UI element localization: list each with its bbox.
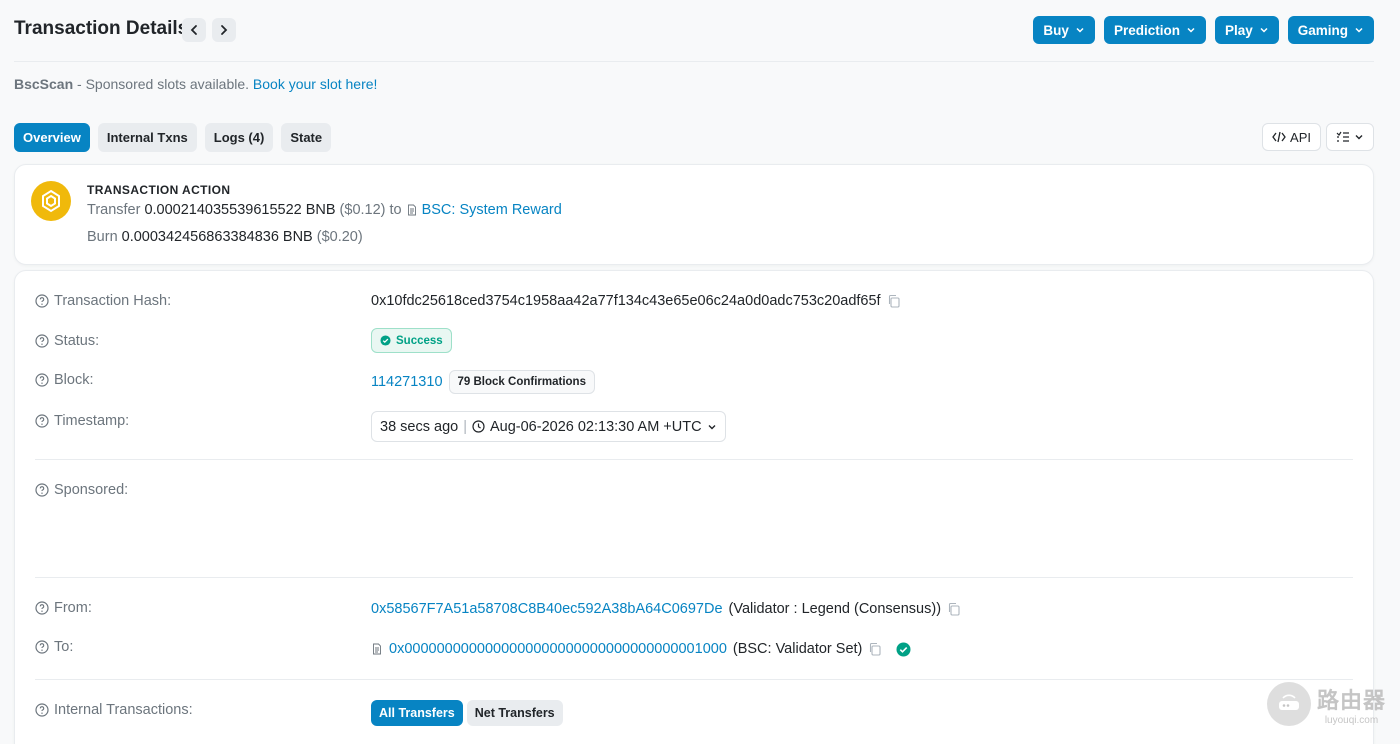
tab-internal-txns[interactable]: Internal Txns (97, 123, 197, 152)
contract-document-icon (373, 643, 381, 655)
copy-icon[interactable] (887, 294, 901, 308)
chevron-right-icon (221, 25, 228, 35)
document-icon (407, 204, 416, 216)
status-value: Success (371, 328, 452, 353)
tab-overview[interactable]: Overview (14, 123, 90, 152)
router-logo-icon (1266, 682, 1311, 726)
copy-icon[interactable] (947, 602, 961, 616)
prev-button[interactable] (182, 18, 206, 42)
prediction-menu-button[interactable]: Prediction (1103, 16, 1206, 44)
tab-bar: Overview Internal Txns Logs (4) State (14, 123, 332, 152)
clock-icon (472, 420, 485, 433)
divider (35, 577, 1353, 578)
chevron-down-icon (1355, 135, 1363, 140)
all-transfers-button[interactable]: All Transfers (371, 700, 463, 726)
transaction-action-card: TRANSACTION ACTION Transfer 0.0002140355… (14, 164, 1374, 265)
sponsor-banner: BscScan - Sponsored slots available. Boo… (14, 76, 377, 92)
help-icon[interactable] (35, 334, 49, 348)
chevron-down-icon (1187, 27, 1195, 33)
play-menu-button[interactable]: Play (1214, 16, 1279, 44)
list-icon (1336, 131, 1349, 142)
net-transfers-button[interactable]: Net Transfers (466, 700, 563, 726)
tab-logs[interactable]: Logs (4) (204, 123, 274, 152)
help-icon[interactable] (35, 294, 49, 308)
top-bar: Transaction Details Buy Prediction Play … (14, 0, 1374, 62)
chevron-down-icon (1260, 27, 1268, 33)
to-address-link[interactable]: 0x00000000000000000000000000000000000010… (389, 641, 727, 657)
sponsor-text: - Sponsored slots available. (73, 76, 253, 92)
from-label: From: (35, 600, 92, 616)
chevron-down-icon (708, 424, 716, 429)
sponsored-label: Sponsored: (35, 482, 128, 498)
chevron-down-icon (1076, 27, 1084, 33)
burn-line: Burn 0.000342456863384836 BNB ($0.20) (87, 229, 363, 245)
chevron-left-icon (190, 25, 197, 35)
transaction-hash: 0x10fdc25618ced3754c1958aa42a77f134c43e6… (371, 293, 901, 309)
from-value: 0x58567F7A51a58708C8B40ec592A38bA64C0697… (371, 601, 961, 617)
block-value: 114271310 79 Block Confirmations (371, 370, 595, 394)
tab-state[interactable]: State (281, 123, 332, 152)
to-value: 0x00000000000000000000000000000000000010… (371, 641, 911, 657)
transaction-details-card: Transaction Hash: 0x10fdc25618ced3754c19… (14, 270, 1374, 744)
to-label: To: (35, 639, 73, 655)
watermark-text: 路由器 (1316, 687, 1386, 713)
transaction-action-title: TRANSACTION ACTION (87, 183, 231, 197)
hash-label: Transaction Hash: (35, 293, 171, 309)
internal-transfer-toggle: All Transfers Net Transfers (371, 700, 563, 726)
block-label: Block: (35, 372, 94, 388)
confirmations-badge: 79 Block Confirmations (448, 370, 595, 394)
divider (35, 459, 1353, 460)
sponsor-link[interactable]: Book your slot here! (253, 76, 378, 92)
help-icon[interactable] (35, 703, 49, 717)
code-icon (1272, 131, 1286, 143)
internal-transactions-label: Internal Transactions: (35, 702, 193, 718)
api-button[interactable]: API (1262, 123, 1321, 151)
watermark-url: luyouqi.com (1324, 714, 1379, 726)
success-badge: Success (371, 328, 452, 353)
page-title: Transaction Details (14, 18, 189, 39)
transfer-to-link[interactable]: BSC: System Reward (422, 202, 562, 218)
timestamp-dropdown[interactable]: 38 secs ago | Aug-06-2026 02:13:30 AM +U… (371, 411, 726, 442)
list-options-button[interactable] (1326, 123, 1374, 151)
divider (35, 679, 1353, 680)
bnb-logo-icon (31, 181, 71, 221)
timestamp-label: Timestamp: (35, 413, 129, 429)
tools: API (1262, 123, 1374, 151)
status-label: Status: (35, 333, 99, 349)
help-icon[interactable] (35, 414, 49, 428)
check-circle-icon (380, 335, 391, 346)
timestamp-value: 38 secs ago | Aug-06-2026 02:13:30 AM +U… (371, 411, 726, 442)
buy-menu-button[interactable]: Buy (1033, 16, 1095, 44)
sponsor-brand: BscScan (14, 76, 74, 92)
from-address-link[interactable]: 0x58567F7A51a58708C8B40ec592A38bA64C0697… (371, 601, 723, 617)
verified-icon (896, 642, 911, 657)
help-icon[interactable] (35, 640, 49, 654)
block-link[interactable]: 114271310 (371, 374, 443, 390)
transfer-line: Transfer 0.000214035539615522 BNB ($0.12… (87, 202, 562, 218)
help-icon[interactable] (35, 373, 49, 387)
chevron-down-icon (1355, 27, 1363, 33)
next-button[interactable] (212, 18, 236, 42)
watermark: 路由器 luyouqi.com (1266, 682, 1386, 726)
help-icon[interactable] (35, 483, 49, 497)
top-menu: Buy Prediction Play Gaming (1033, 16, 1374, 44)
gaming-menu-button[interactable]: Gaming (1287, 16, 1374, 44)
copy-icon[interactable] (868, 642, 882, 656)
help-icon[interactable] (35, 601, 49, 615)
